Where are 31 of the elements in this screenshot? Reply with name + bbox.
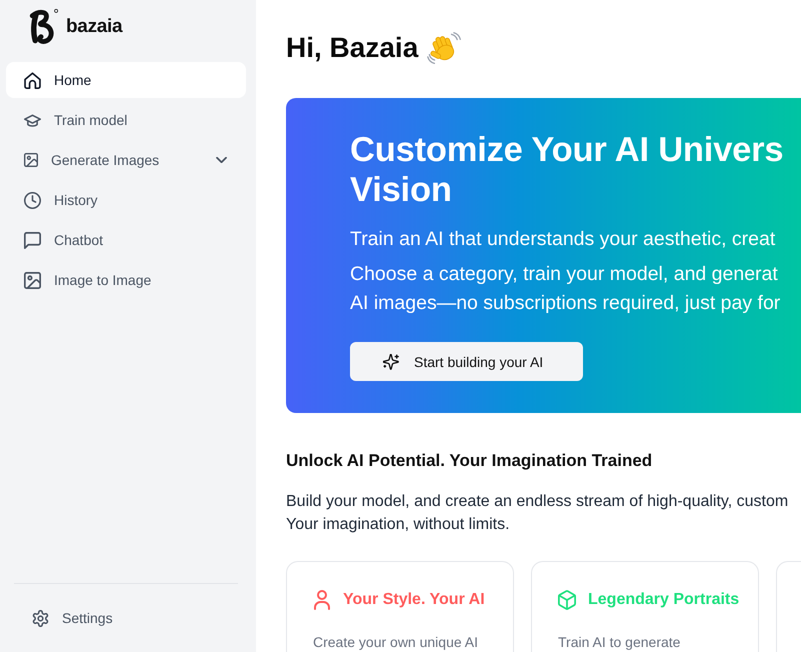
- card-description: Train AI to generate: [558, 634, 680, 650]
- cube-icon: [558, 590, 576, 610]
- nav-item[interactable]: History: [6, 182, 246, 218]
- hero-description: Choose a category, train your model, and generat AI images—no subscriptions required, just pay for: [350, 262, 780, 316]
- settings-icon: [32, 610, 49, 626]
- chat-bubble-icon: [24, 232, 41, 248]
- section-description: Build your model, and create an endless stream of high-quality, custom Your imagination, without limits.: [286, 492, 788, 535]
- nav-item[interactable]: Image to Image: [6, 262, 246, 298]
- logo-icon: [27, 8, 59, 45]
- image-icon: [24, 153, 38, 167]
- nav-item[interactable]: Chatbot: [6, 222, 246, 258]
- start-building-button[interactable]: Start building your AI: [350, 342, 583, 381]
- card-description: Create your own unique AI: [313, 634, 478, 650]
- graduation-cap-icon: [24, 112, 41, 128]
- hero-description: Train an AI that understands your aesthetic, creat: [350, 227, 776, 252]
- home-icon: [24, 72, 41, 88]
- clock-icon: [24, 192, 41, 208]
- waving-hand-icon: [427, 32, 462, 64]
- section-heading: Unlock AI Potential. Your Imagination Trained: [286, 450, 652, 472]
- nav-item[interactable]: Train model: [6, 102, 246, 138]
- nav-item[interactable]: Generate Images: [6, 142, 246, 178]
- card-title: Your Style. Your AI: [343, 590, 485, 610]
- greeting-heading: Hi, Bazaia: [286, 31, 418, 65]
- brand-name: bazaia: [66, 16, 122, 38]
- sparkles-icon: [383, 354, 399, 370]
- nav-item[interactable]: Home: [6, 62, 246, 98]
- image-icon: [24, 272, 41, 288]
- card-title: Legendary Portraits: [588, 590, 740, 610]
- person-icon: [313, 590, 331, 610]
- hero-title: Customize Your AI Univers Vision: [350, 130, 784, 210]
- nav-item[interactable]: Settings: [14, 600, 238, 636]
